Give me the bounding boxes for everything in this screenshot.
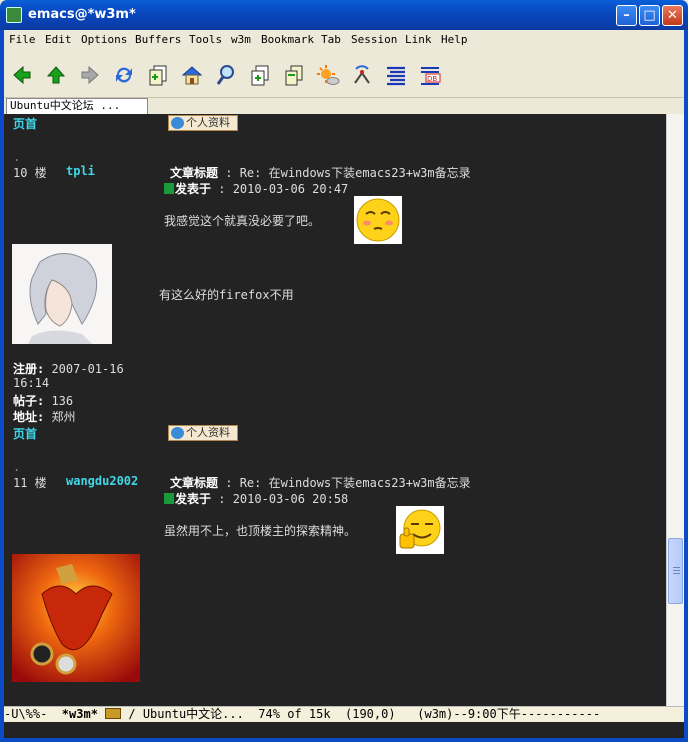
lines-icon[interactable] [384,63,408,87]
smiley-emoticon-icon [354,196,402,244]
menu-buffers[interactable]: Buffers [135,33,181,46]
posted-label: 发表于 [175,182,212,196]
posted-time: : 2010-03-06 20:47 [211,182,349,196]
post10-subject: 文章标题 : Re: 在windows下装emacs23+w3m备忘录 [170,164,471,181]
post11-floor: 11 楼 [13,476,47,490]
post-icon [164,493,174,504]
search-icon[interactable] [214,63,238,87]
database-icon[interactable]: DB [418,63,442,87]
menu-tab[interactable]: Tab [321,33,341,46]
modeline-tab-icon [105,708,122,719]
w3m-page-content: 页首 个人资料 . 10 楼 tpli 文章标题 : Re: 在windows下… [4,114,666,706]
profile-button[interactable]: 个人资料 [168,115,238,131]
posted-time: : 2010-03-06 20:58 [211,492,349,506]
menu-link[interactable]: Link [405,33,432,46]
post10-reg-time: 16:14 [13,376,50,390]
post11-username[interactable]: wangdu2002 [66,474,138,488]
scrollbar-thumb[interactable] [668,538,683,604]
bookmark-icon[interactable] [282,63,306,87]
user-icon [171,427,184,439]
post10-posted: 发表于 : 2010-03-06 20:47 [164,180,348,197]
profile-button-label: 个人资料 [186,426,230,439]
posts-count: 136 [44,394,74,408]
posted-label: 发表于 [175,492,212,506]
subject-label: 文章标题 [170,166,219,180]
window-titlebar[interactable]: emacs@*w3m* – □ ✕ [0,0,688,30]
modeline-rest: / Ubuntu中文论... 74% of 15k (190,0) (w3m)-… [121,707,601,721]
addr-label: 地址: [13,410,45,424]
weather-icon[interactable] [316,63,340,87]
separator-dot: . [13,150,21,164]
grip-line [673,570,680,571]
minimize-button[interactable]: – [616,5,637,26]
close-button[interactable]: ✕ [662,5,683,26]
profile-button-2[interactable]: 个人资料 [168,425,238,441]
subject-text: : Re: 在windows下装emacs23+w3m备忘录 [218,166,471,180]
avatar-anime-character [12,244,112,344]
home-icon[interactable] [180,63,204,87]
grip-line [673,573,680,574]
avatar-watch-crab [12,554,140,682]
menu-help[interactable]: Help [441,33,468,46]
menu-file[interactable]: File [9,33,36,46]
menu-options[interactable]: Options [81,33,127,46]
reg-label: 注册: [13,362,45,376]
menu-w3m[interactable]: w3m [231,33,251,46]
back-icon[interactable] [10,63,34,87]
profile-button-label: 个人资料 [186,116,230,129]
separator-dot: . [13,460,21,474]
reg-date: 2007-01-16 [44,362,124,376]
post10-body: 我感觉这个就真没必要了吧。 [164,214,321,228]
thumbs-up-emoticon-icon [396,506,444,554]
emacs-app-icon [6,7,22,23]
menu-bar: File Edit Options Buffers Tools w3m Book… [4,30,684,50]
tab-bar: Ubuntu中文论坛 ... [4,98,684,114]
post11-subject: 文章标题 : Re: 在windows下装emacs23+w3m备忘录 [170,474,471,491]
post10-address: 地址: 郑州 [13,408,75,425]
addr-value: 郑州 [44,410,76,424]
modeline-buffer: *w3m* [61,707,98,721]
post-icon [164,183,174,194]
grip-line [673,567,680,568]
antenna-icon[interactable] [350,63,374,87]
user-icon [171,117,184,129]
copy-page-icon[interactable] [146,63,170,87]
tab-ubuntu-forum[interactable]: Ubuntu中文论坛 ... [6,98,148,114]
menu-bookmark[interactable]: Bookmark [261,33,314,46]
post11-posted: 发表于 : 2010-03-06 20:58 [164,490,348,507]
forward-icon[interactable] [78,63,102,87]
subject-label: 文章标题 [170,476,219,490]
echo-area[interactable] [4,722,684,738]
vertical-scrollbar[interactable] [666,114,684,706]
post10-signature: 有这么好的firefox不用 [159,288,294,302]
page-top-link[interactable]: 页首 [13,115,37,132]
post10-posts: 帖子: 136 [13,392,73,409]
reload-icon[interactable] [112,63,136,87]
new-tab-icon[interactable] [248,63,272,87]
menu-edit[interactable]: Edit [45,33,72,46]
toolbar: DB [4,52,684,98]
mode-line: -U\%%- *w3m* / Ubuntu中文论... 74% of 15k (… [4,706,684,722]
post10-username[interactable]: tpli [66,164,95,178]
window-title: emacs@*w3m* [28,7,136,22]
page-top-link-2[interactable]: 页首 [13,425,37,442]
menu-tools[interactable]: Tools [189,33,222,46]
post10-registered: 注册: 2007-01-16 [13,360,124,377]
svg-text:DB: DB [427,75,437,83]
posts-label: 帖子: [13,394,45,408]
subject-text: : Re: 在windows下装emacs23+w3m备忘录 [218,476,471,490]
maximize-button[interactable]: □ [639,5,660,26]
post10-floor: 10 楼 [13,166,47,180]
post11-body: 虽然用不上，也顶楼主的探索精神。 [164,524,357,538]
menu-session[interactable]: Session [351,33,397,46]
up-icon[interactable] [44,63,68,87]
modeline-status: -U\%%- [4,707,62,721]
